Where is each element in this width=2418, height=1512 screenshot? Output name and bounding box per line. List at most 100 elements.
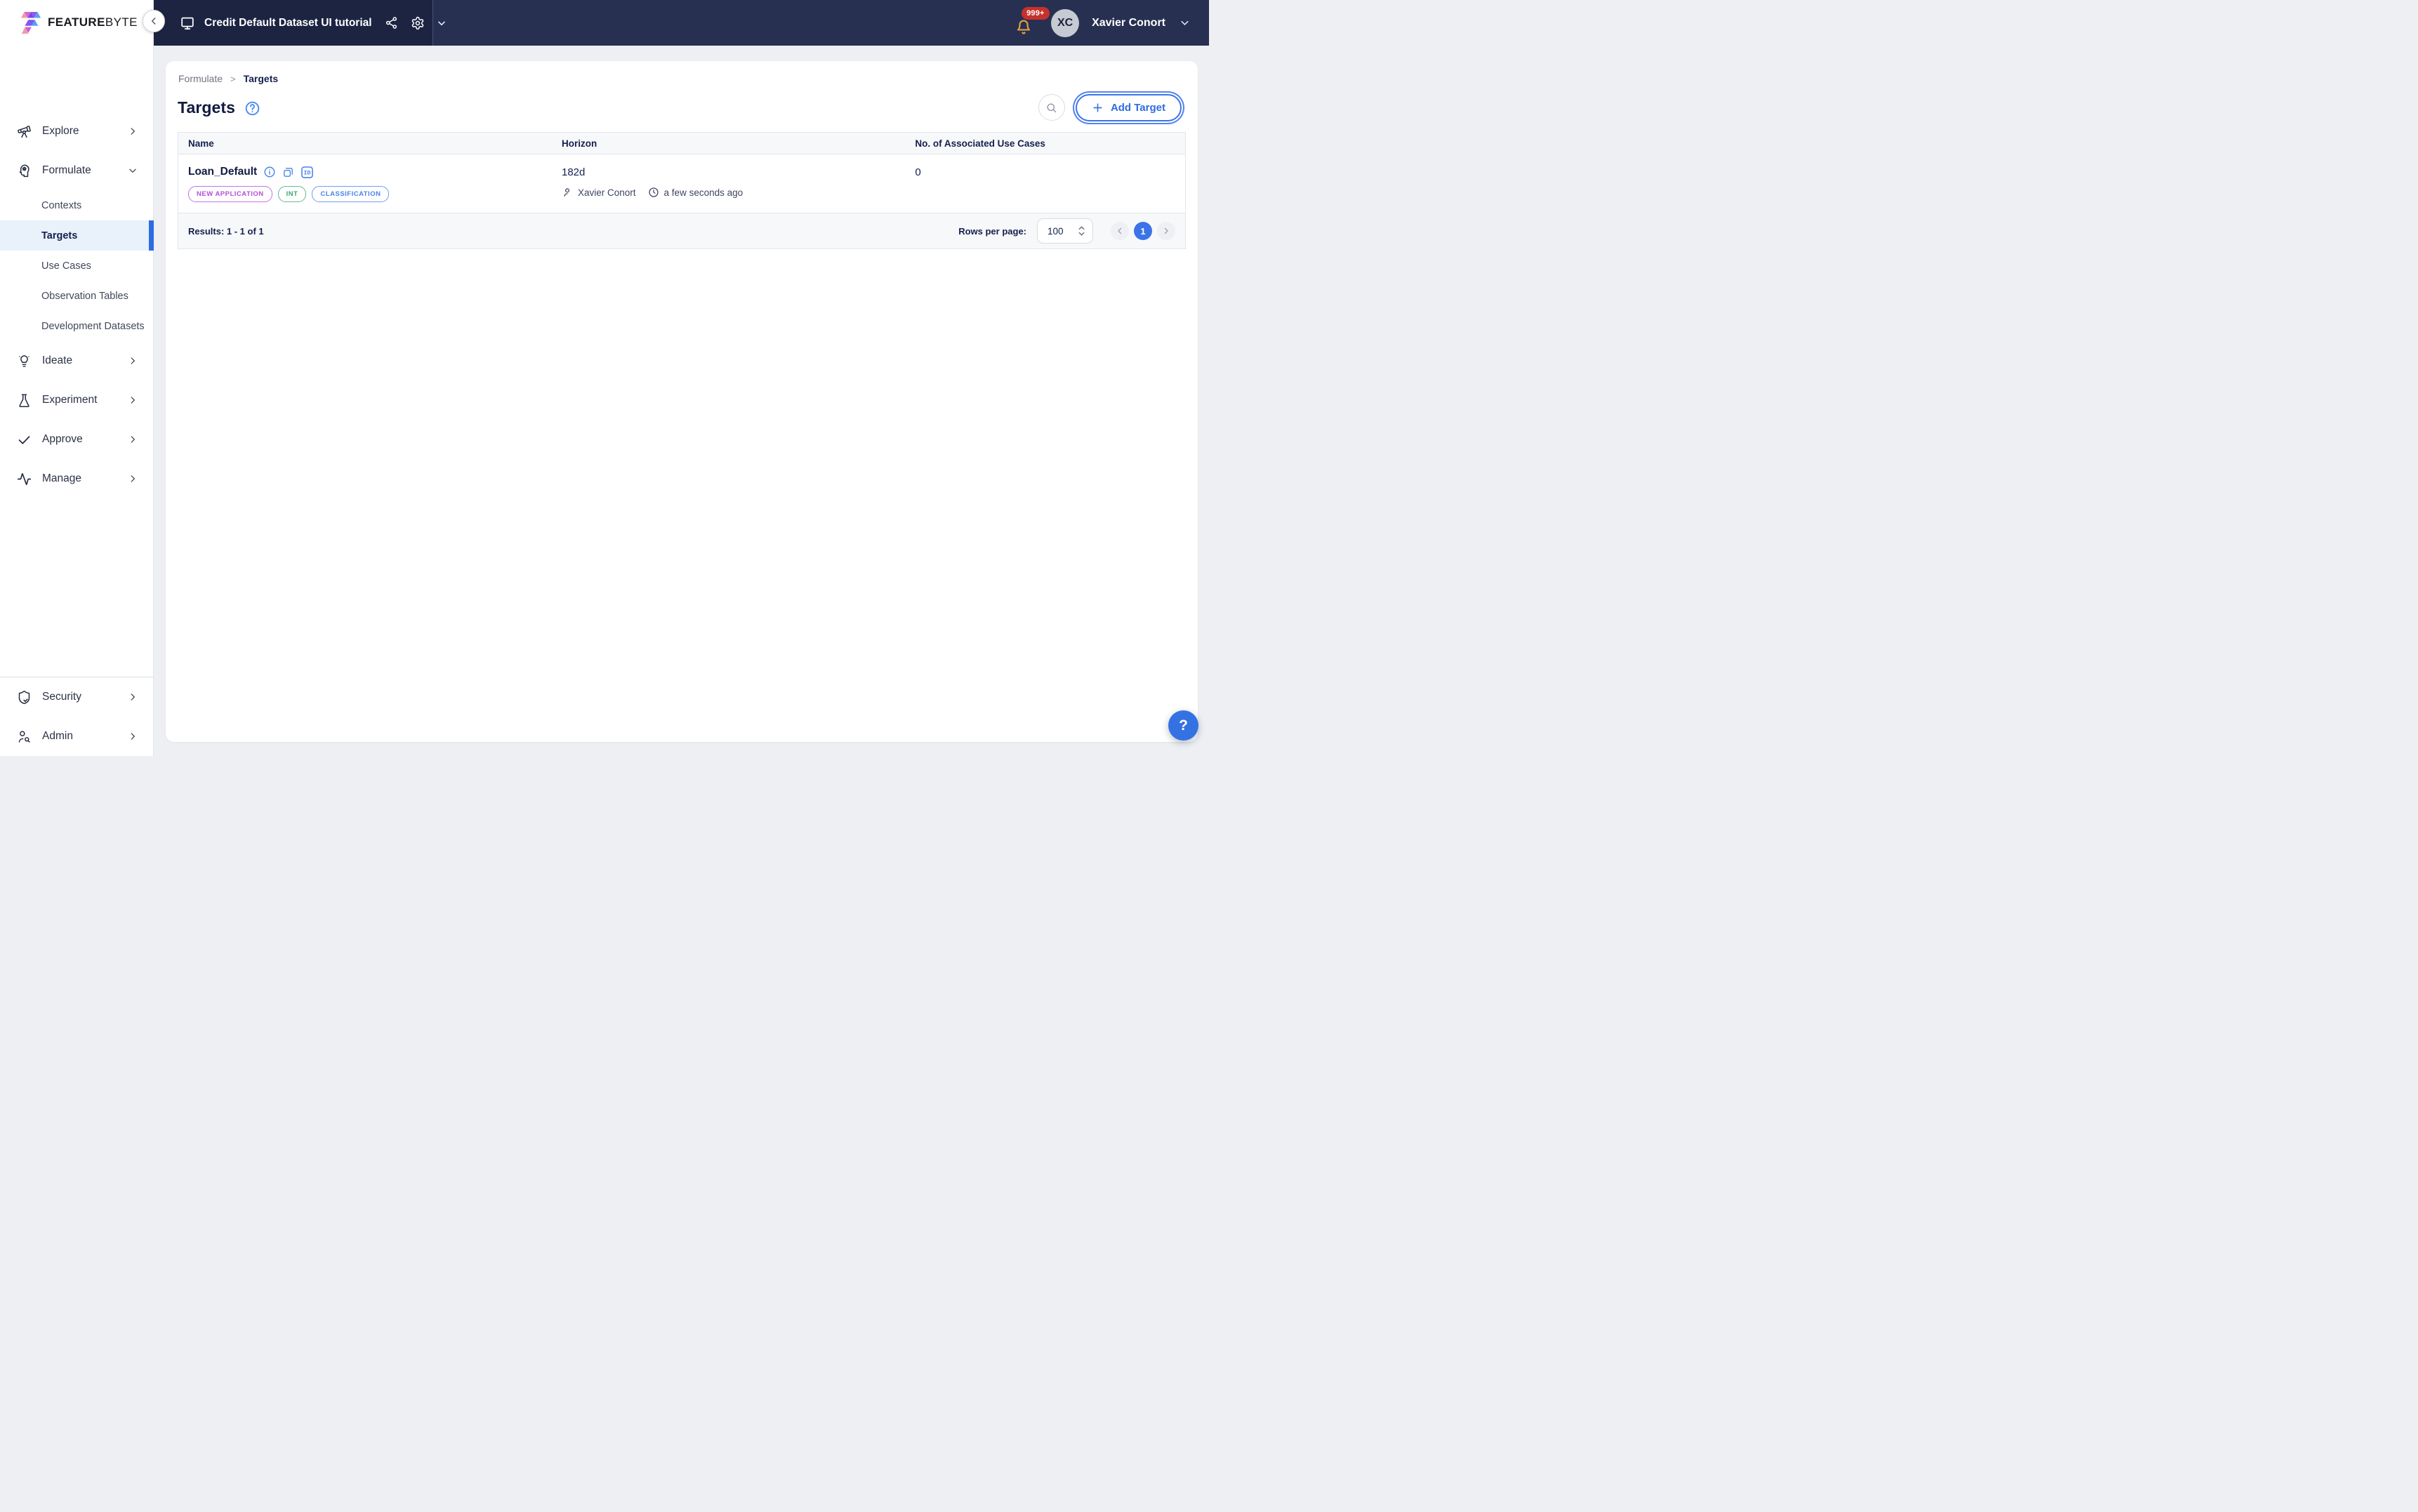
use-cases-count: 0 [915, 166, 921, 178]
sidebar-item-formulate[interactable]: Formulate [0, 151, 153, 190]
clock-icon [648, 187, 659, 198]
sidebar-item-label: Manage [42, 472, 82, 484]
sidebar-item-label: Formulate [42, 164, 91, 176]
target-name-link[interactable]: Loan_Default [188, 166, 257, 178]
sidebar-item-explore[interactable]: Explore [0, 112, 153, 151]
cell-name: Loan_Default ID NEW APPLICATION INT CLAS… [178, 164, 552, 202]
chevron-down-icon [128, 166, 138, 175]
sidebar-item-label: Approve [42, 433, 83, 445]
tag-int: INT [277, 186, 307, 202]
sidebar-item-label: Use Cases [41, 260, 91, 272]
chevron-right-icon [128, 395, 138, 405]
pagination: 1 [1111, 222, 1175, 240]
notifications-bell[interactable]: 999+ [1015, 6, 1050, 35]
share-icon[interactable] [385, 16, 398, 29]
sidebar-item-security[interactable]: Security [0, 677, 153, 717]
chevron-left-icon [151, 18, 156, 25]
add-target-button[interactable]: Add Target [1075, 93, 1182, 121]
sidebar-item-ideate[interactable]: Ideate [0, 341, 153, 380]
sidebar-item-label: Observation Tables [41, 290, 128, 302]
info-icon[interactable] [263, 166, 276, 178]
sidebar-item-label: Contexts [41, 199, 82, 211]
sidebar-item-admin[interactable]: Admin [0, 717, 153, 756]
page-title: Targets [178, 98, 236, 117]
plus-icon [1092, 102, 1104, 114]
sidebar-item-label: Development Datasets [41, 320, 145, 332]
chevron-right-icon [128, 356, 138, 366]
sidebar-collapse-button[interactable] [143, 10, 165, 32]
targets-table: Name Horizon No. of Associated Use Cases… [178, 132, 1186, 249]
svg-text:ID: ID [304, 170, 311, 176]
chevron-right-icon [128, 126, 138, 136]
column-header-name: Name [188, 138, 214, 149]
page-header: Targets Add Target [178, 93, 1186, 121]
breadcrumb-separator: > [230, 73, 236, 84]
table-row[interactable]: Loan_Default ID NEW APPLICATION INT CLAS… [178, 154, 1185, 213]
stepper-chevrons-icon [1078, 225, 1085, 237]
sidebar-item-observation-tables[interactable]: Observation Tables [0, 281, 153, 311]
horizon-value: 182d [562, 166, 586, 178]
flask-icon [17, 393, 32, 408]
monitor-icon [180, 15, 195, 31]
previous-page-button[interactable] [1111, 222, 1129, 240]
add-target-label: Add Target [1110, 101, 1165, 114]
chevron-right-icon [128, 435, 138, 444]
project-title: Credit Default Dataset UI tutorial [204, 16, 372, 29]
page-1-button[interactable]: 1 [1134, 222, 1152, 240]
user-menu-chevron-down-icon[interactable] [1179, 17, 1191, 29]
topbar-right: 999+ XC Xavier Conort [433, 0, 1209, 46]
help-circle-icon[interactable] [244, 100, 260, 117]
rows-per-page-select[interactable]: 100 [1037, 218, 1093, 244]
project-header[interactable]: Credit Default Dataset UI tutorial [153, 0, 445, 46]
tag-classification: CLASSIFICATION [312, 186, 390, 202]
tag-list: NEW APPLICATION INT CLASSIFICATION [188, 186, 552, 202]
cell-horizon: 182d Xavier Conort a few seconds ago [552, 164, 905, 202]
chevron-right-icon [128, 474, 138, 484]
user-name: Xavier Conort [1092, 16, 1165, 29]
featurebyte-logo[interactable]: FEATUREBYTE [0, 0, 153, 45]
chevron-left-icon [1118, 227, 1122, 234]
sidebar-item-label: Targets [41, 230, 78, 241]
sidebar-menu: Explore Formulate Contexts Targets Use C… [0, 112, 154, 498]
gear-icon[interactable] [411, 16, 425, 30]
shield-check-icon [17, 690, 32, 705]
notification-count-badge: 999+ [1022, 6, 1050, 20]
tag-new-application: NEW APPLICATION [188, 186, 272, 202]
help-fab-button[interactable]: ? [1168, 710, 1198, 741]
sidebar-item-use-cases[interactable]: Use Cases [0, 251, 153, 281]
author-name: Xavier Conort [578, 187, 636, 198]
sidebar-bottom-section: Security Admin [0, 677, 153, 756]
column-header-horizon: Horizon [562, 138, 597, 149]
rows-per-page-value: 100 [1048, 225, 1064, 237]
avatar[interactable]: XC [1051, 8, 1080, 37]
topbar: Credit Default Dataset UI tutorial 999+ … [153, 0, 1209, 46]
search-button[interactable] [1038, 94, 1065, 121]
activity-icon [17, 472, 32, 486]
row-meta: Xavier Conort a few seconds ago [562, 187, 905, 198]
sidebar-item-contexts[interactable]: Contexts [0, 190, 153, 220]
breadcrumb-formulate[interactable]: Formulate [178, 73, 223, 84]
sidebar-item-label: Explore [42, 125, 79, 137]
telescope-icon [17, 124, 32, 139]
next-page-button[interactable] [1157, 222, 1175, 240]
table-footer: Results: 1 - 1 of 1 Rows per page: 100 1 [178, 213, 1185, 248]
user-search-icon [17, 729, 32, 744]
page-actions: Add Target [1038, 93, 1186, 121]
sidebar-item-manage[interactable]: Manage [0, 459, 153, 498]
content-card: Formulate > Targets Targets Add Target N… [166, 61, 1198, 742]
copy-icon[interactable] [282, 166, 294, 178]
sidebar-item-label: Security [42, 691, 81, 703]
sidebar-item-experiment[interactable]: Experiment [0, 380, 153, 420]
search-icon [1047, 102, 1057, 112]
sidebar: FEATUREBYTE Explore Formulate Contexts T… [0, 0, 154, 756]
main-content: Formulate > Targets Targets Add Target N… [153, 46, 1209, 756]
chevron-right-icon [1164, 227, 1168, 234]
id-icon[interactable]: ID [300, 166, 314, 179]
sidebar-item-targets[interactable]: Targets [0, 220, 154, 251]
chevron-right-icon [128, 731, 138, 741]
sidebar-item-approve[interactable]: Approve [0, 420, 153, 459]
head-cog-icon [17, 164, 32, 178]
sidebar-item-development-datasets[interactable]: Development Datasets [0, 311, 153, 341]
bell-icon [1015, 18, 1032, 35]
table-header: Name Horizon No. of Associated Use Cases [178, 133, 1185, 154]
